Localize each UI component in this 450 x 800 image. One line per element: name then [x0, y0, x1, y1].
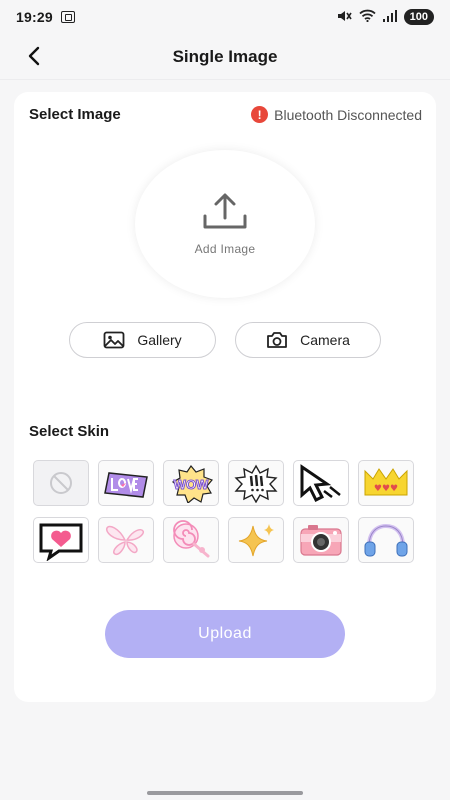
upload-button[interactable]: Upload — [105, 610, 345, 658]
gallery-icon — [103, 331, 125, 349]
wow-sticker-icon: WOW — [171, 464, 214, 503]
svg-text:WOW: WOW — [174, 477, 209, 492]
signal-icon — [382, 9, 397, 25]
chevron-left-icon — [28, 46, 40, 66]
pixel-cursor-icon — [300, 464, 341, 503]
skin-none[interactable] — [33, 460, 89, 506]
battery-icon: 100 — [403, 9, 434, 25]
select-skin-label: Select Skin — [29, 423, 110, 440]
lollipop-icon — [173, 520, 210, 558]
screenshot-icon — [60, 11, 75, 23]
app-header: Single Image — [0, 34, 450, 80]
skin-love[interactable] — [98, 460, 154, 506]
skin-heart-bubble[interactable] — [33, 517, 89, 563]
skin-cursor[interactable] — [293, 460, 349, 506]
bluetooth-status-text: Bluetooth Disconnected — [274, 106, 422, 123]
alert-icon: ! — [251, 106, 269, 123]
mute-icon — [336, 9, 352, 26]
add-image-button[interactable]: Add Image — [135, 150, 315, 298]
skin-grid: WOW ♥♥♥ — [33, 460, 417, 563]
wifi-icon — [359, 9, 376, 25]
skin-crown[interactable]: ♥♥♥ — [358, 460, 414, 506]
skin-camera[interactable] — [293, 517, 349, 563]
bluetooth-status: ! Bluetooth Disconnected — [251, 106, 422, 123]
pink-camera-icon — [300, 525, 342, 556]
skin-headphones[interactable] — [358, 517, 414, 563]
camera-button[interactable]: Camera — [235, 322, 381, 358]
svg-text:♥♥♥: ♥♥♥ — [374, 484, 398, 494]
back-button[interactable] — [18, 40, 50, 72]
pink-wings-icon — [105, 525, 145, 556]
camera-icon — [267, 332, 287, 348]
gallery-label: Gallery — [137, 332, 182, 348]
none-icon — [50, 472, 72, 494]
skin-exclamation[interactable] — [228, 460, 284, 506]
yellow-crown-icon: ♥♥♥ — [364, 468, 408, 496]
home-indicator[interactable] — [147, 791, 303, 795]
page-title: Single Image — [172, 46, 278, 66]
headphones-icon — [364, 523, 408, 557]
pixel-heart-bubble-icon — [39, 523, 83, 561]
exclamation-sticker-icon — [234, 464, 278, 503]
select-image-label: Select Image — [29, 106, 121, 123]
camera-label: Camera — [300, 332, 350, 348]
gallery-button[interactable]: Gallery — [69, 322, 216, 358]
love-sticker-icon — [104, 472, 148, 498]
skin-sparkle[interactable] — [228, 517, 284, 563]
sparkle-icon — [238, 524, 274, 557]
main-card: Select Image ! Bluetooth Disconnected Ad… — [14, 92, 436, 702]
status-bar: 19:29 100 — [0, 0, 450, 34]
skin-wings[interactable] — [98, 517, 154, 563]
status-icons: 100 — [336, 9, 434, 26]
skin-wow[interactable]: WOW — [163, 460, 219, 506]
skin-lollipop[interactable] — [163, 517, 219, 563]
status-time: 19:29 — [16, 9, 53, 25]
add-image-label: Add Image — [194, 242, 256, 256]
upload-icon — [203, 193, 247, 229]
